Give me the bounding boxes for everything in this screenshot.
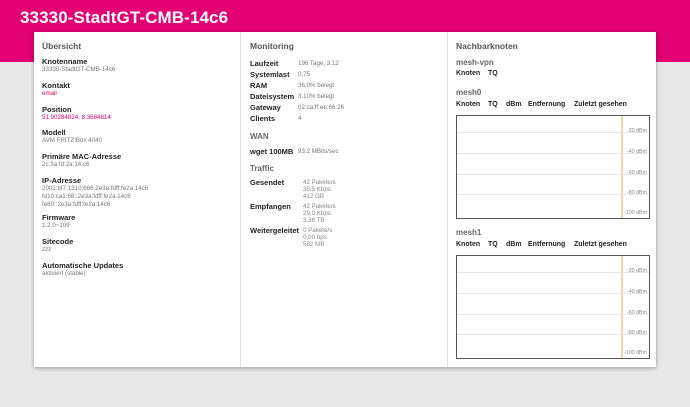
filesystem-label: Dateisystem (250, 92, 295, 101)
ram-value: 36,0% belegt (298, 82, 335, 89)
mesh0-col-distance[interactable]: Entfernung (528, 101, 565, 108)
wget-value: 93.2 MBits/sec (298, 148, 339, 155)
contact-link[interactable]: email (42, 90, 57, 98)
mesh0-col-node[interactable]: Knoten (456, 101, 480, 108)
overview-heading: Übersicht (42, 41, 82, 51)
model-label: Modell (42, 128, 66, 137)
load-label: Systemlast (250, 70, 290, 79)
ip-value: fe80::2e3a:fdff:fe2a:14c6 (42, 201, 111, 208)
mesh-vpn-col-node[interactable]: Knoten (456, 70, 480, 77)
firmware-value: 1.2.0~109 (42, 222, 70, 229)
tick-label: -80 dBm (626, 330, 647, 336)
gridline (457, 174, 649, 175)
traffic-heading: Traffic (250, 164, 275, 173)
clients-value: 4 (298, 115, 302, 122)
wan-heading: WAN (250, 132, 269, 141)
sent-label: Gesendet (250, 178, 285, 187)
tick-label: -60 dBm (626, 310, 647, 316)
node-name-value: 33330-StadtGT-CMB-14c6 (42, 66, 116, 73)
mac-value: 2c:3a:fd:2a:14:c6 (42, 161, 90, 168)
mesh1-col-node[interactable]: Knoten (456, 241, 480, 248)
mesh1-title: mesh1 (456, 228, 482, 237)
overview-column: Übersicht Knotenname 33330-StadtGT-CMB-1… (34, 32, 241, 367)
mesh-vpn-title: mesh-vpn (456, 58, 494, 67)
tick-label: -100 dBm (624, 350, 647, 356)
neighbors-heading: Nachbarknoten (456, 41, 518, 51)
updates-label: Automatische Updates (42, 261, 124, 270)
forwarded-label: Weitergeleitet (250, 226, 300, 235)
tick-label: -20 dBm (626, 128, 647, 134)
position-link[interactable]: 51.90284824, 8.3684814 (42, 114, 111, 122)
node-card: Übersicht Knotenname 33330-StadtGT-CMB-1… (34, 32, 656, 367)
mesh0-title: mesh0 (456, 88, 482, 97)
neighbors-column: Nachbarknoten mesh-vpn Knoten TQ mesh0 K… (448, 32, 656, 367)
mesh1-col-last-seen[interactable]: Zuletzt gesehen (574, 241, 627, 248)
uptime-value: 196 Tage, 3:12 (298, 60, 339, 67)
updates-value: aktiviert (stable) (42, 270, 86, 277)
uptime-label: Laufzeit (250, 59, 279, 68)
gridline (457, 272, 649, 273)
sitecode-label: Sitecode (42, 237, 74, 246)
monitoring-heading: Monitoring (250, 41, 294, 51)
gridline (457, 153, 649, 154)
position-label: Position (42, 105, 72, 114)
gateway-value: 02:ca:ff:ee:66:26 (298, 104, 344, 111)
gridline (457, 194, 649, 195)
tick-label: -80 dBm (626, 190, 647, 196)
sent-total: 412 GB (303, 193, 324, 200)
mesh0-signal-chart: -20 dBm -40 dBm -60 dBm -80 dBm -100 dBm (456, 115, 650, 219)
load-value: 0,75 (298, 71, 311, 78)
ip-value: fd10:ca1:66::2e3a:fdff:fe2a:14c6 (42, 193, 131, 200)
gridline (457, 314, 649, 315)
clients-label: Clients (250, 114, 276, 123)
mesh1-col-dbm[interactable]: dBm (506, 241, 522, 248)
mesh-vpn-col-tq[interactable]: TQ (488, 70, 498, 77)
tick-label: -100 dBm (624, 210, 647, 216)
filesystem-value: 3,10% belegt (298, 93, 335, 100)
wget-label: wget 100MB (250, 147, 294, 156)
gridline (457, 334, 649, 335)
mesh0-col-dbm[interactable]: dBm (506, 101, 522, 108)
mesh0-col-last-seen[interactable]: Zuletzt gesehen (574, 101, 627, 108)
node-name-label: Knotenname (42, 57, 88, 66)
tick-label: -20 dBm (626, 268, 647, 274)
gridline (457, 132, 649, 133)
gateway-label: Gateway (250, 103, 281, 112)
tick-label: -40 dBm (626, 149, 647, 155)
mesh1-col-tq[interactable]: TQ (488, 241, 498, 248)
received-label: Empfangen (250, 202, 291, 211)
gridline (457, 293, 649, 294)
ip-value: 2001:bf7:1310:666:2e3a:fdff:fe2a:14c6 (42, 185, 149, 192)
firmware-label: Firmware (42, 213, 76, 222)
tick-label: -40 dBm (626, 289, 647, 295)
contact-label: Kontakt (42, 81, 70, 90)
mesh1-col-distance[interactable]: Entfernung (528, 241, 565, 248)
received-total: 3,36 TB (303, 217, 325, 224)
page-title: 33330-StadtGT-CMB-14c6 (20, 8, 229, 27)
model-value: AVM FRITZ!Box 4040 (42, 137, 103, 144)
mesh0-col-tq[interactable]: TQ (488, 101, 498, 108)
ip-label: IP-Adresse (42, 176, 82, 185)
mesh1-signal-chart: -20 dBm -40 dBm -60 dBm -80 dBm -100 dBm (456, 255, 650, 359)
ram-label: RAM (250, 81, 268, 90)
sitecode-value: zzz (42, 246, 52, 253)
tick-label: -60 dBm (626, 170, 647, 176)
monitoring-column: Monitoring Laufzeit 196 Tage, 3:12 Syste… (241, 32, 448, 367)
forwarded-total: 582 MB (303, 241, 325, 248)
mac-label: Primäre MAC-Adresse (42, 152, 122, 161)
